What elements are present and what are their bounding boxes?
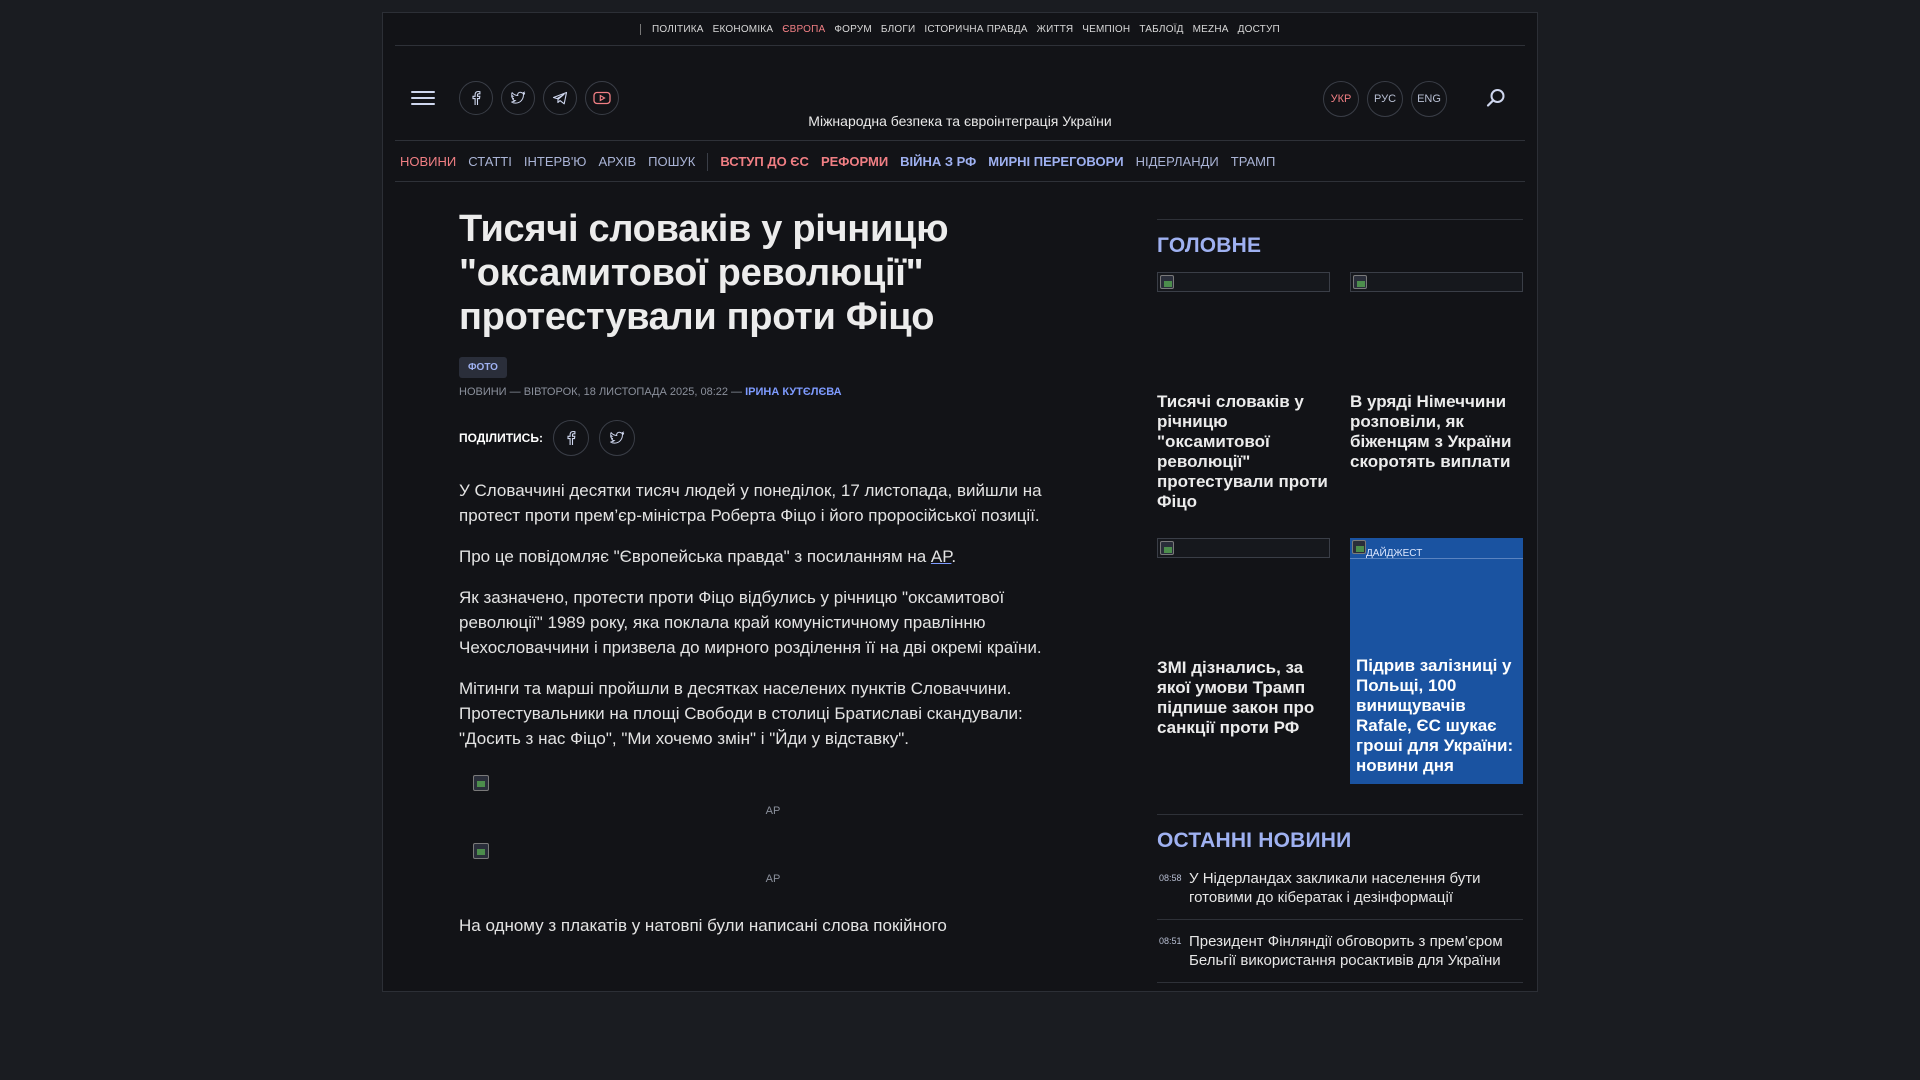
nav-topic-trump[interactable]: ТРАМП bbox=[1231, 154, 1276, 169]
network-link-mezha[interactable]: MEZHA bbox=[1193, 24, 1229, 35]
nav-item-interviews[interactable]: ІНТЕРВ'Ю bbox=[524, 154, 587, 169]
article-author-link[interactable]: ІРИНА КУТЄЛЄВА bbox=[745, 386, 842, 398]
photo-caption: AP bbox=[765, 805, 781, 817]
article-photo: AP bbox=[459, 843, 1087, 885]
article-paragraph: Як зазначено, протести проти Фіцо відбул… bbox=[459, 588, 1042, 657]
share-facebook-icon[interactable] bbox=[552, 420, 589, 456]
network-link-economics[interactable]: ЕКОНОМІКА bbox=[713, 24, 774, 35]
sidebar-top-rule bbox=[1157, 219, 1523, 220]
nav-topic-war[interactable]: ВІЙНА З РФ bbox=[900, 154, 976, 169]
network-link-dostup[interactable]: ДОСТУП bbox=[1238, 24, 1280, 35]
article-paragraph: Мітинги та марші пройшли в десятках насе… bbox=[459, 679, 1023, 748]
youtube-icon[interactable] bbox=[585, 81, 619, 115]
social-links bbox=[459, 81, 619, 115]
network-separator bbox=[640, 23, 642, 35]
article-paragraph: На одному з плакатів у натовпі були напи… bbox=[459, 916, 947, 935]
card-image bbox=[1157, 272, 1330, 292]
lang-rus[interactable]: РУС bbox=[1367, 81, 1403, 117]
photo-badge[interactable]: ФОТО bbox=[459, 357, 507, 378]
card-image bbox=[1350, 272, 1523, 292]
broken-image-icon bbox=[473, 843, 489, 859]
latest-news-item[interactable]: 08:58 У Нідерландах закликали населення … bbox=[1157, 857, 1523, 920]
menu-burger-icon[interactable] bbox=[411, 91, 435, 105]
latest-news-title: ОСТАННІ НОВИНИ bbox=[1157, 829, 1352, 852]
source-link-ap[interactable]: AP bbox=[931, 547, 952, 566]
network-link-life[interactable]: ЖИТТЯ bbox=[1037, 24, 1074, 35]
digest-divider bbox=[1350, 558, 1523, 559]
broken-image-icon bbox=[473, 775, 489, 791]
broken-image-icon bbox=[1160, 541, 1174, 555]
network-link-forum[interactable]: ФОРУМ bbox=[834, 24, 872, 35]
facebook-icon[interactable] bbox=[459, 81, 493, 115]
digest-card[interactable]: ДАЙДЖЕСТ Підрив залізниці у Польщі, 100 … bbox=[1350, 538, 1523, 784]
nav-topic-reforms[interactable]: РЕФОРМИ bbox=[821, 154, 888, 169]
nav-divider bbox=[707, 152, 709, 171]
article-meta: НОВИНИ — ВІВТОРОК, 18 ЛИСТОПАДА 2025, 08… bbox=[459, 386, 1087, 398]
latest-news: ОСТАННІ НОВИНИ 08:58 У Нідерландах закли… bbox=[1157, 814, 1523, 983]
source-text-end: . bbox=[951, 547, 957, 566]
search-icon[interactable] bbox=[1485, 87, 1507, 114]
news-time: 08:51 bbox=[1159, 936, 1182, 946]
card-image bbox=[1157, 538, 1330, 558]
share-twitter-icon[interactable] bbox=[598, 420, 635, 456]
nav-item-news[interactable]: НОВИНИ bbox=[400, 154, 456, 169]
network-link-champion[interactable]: ЧЕМПІОН bbox=[1082, 24, 1130, 35]
network-link-europe[interactable]: ЄВРОПА bbox=[782, 24, 825, 35]
news-text[interactable]: У Нідерландах закликали населення бути г… bbox=[1189, 869, 1523, 907]
lang-eng[interactable]: ENG bbox=[1411, 81, 1447, 117]
telegram-icon[interactable] bbox=[543, 81, 577, 115]
page-frame: ПОЛІТИКА ЕКОНОМІКА ЄВРОПА ФОРУМ БЛОГИ ІС… bbox=[382, 12, 1538, 992]
network-link-history[interactable]: ІСТОРИЧНА ПРАВДА bbox=[924, 24, 1027, 35]
main-news-card[interactable]: В уряді Німеччини розповіли, як біженцям… bbox=[1350, 272, 1523, 512]
main-nav: НОВИНИ СТАТТІ ІНТЕРВ'Ю АРХІВ ПОШУК ВСТУП… bbox=[395, 142, 1525, 182]
site-header: Міжнародна безпека та євроінтеграція Укр… bbox=[395, 47, 1525, 141]
network-link-politics[interactable]: ПОЛІТИКА bbox=[652, 24, 704, 35]
broken-image-icon bbox=[1160, 275, 1174, 289]
nav-topic-netherlands[interactable]: НІДЕРЛАНДИ bbox=[1136, 154, 1219, 169]
article-source-paragraph: Про це повідомляє "Європейська правда" з… bbox=[459, 544, 1087, 569]
main-news-card[interactable]: Тисячі словаків у річницю "оксамитової р… bbox=[1157, 272, 1330, 512]
main-news-card[interactable]: ЗМІ дізнались, за якої умови Трамп підпи… bbox=[1157, 538, 1330, 784]
article: Тисячі словаків у річницю "оксамитової р… bbox=[459, 207, 1087, 938]
latest-news-item[interactable]: 08:51 Президент Фінляндії обговорить з п… bbox=[1157, 920, 1523, 983]
article-paragraph: У Словаччині десятки тисяч людей у понед… bbox=[459, 481, 1042, 525]
twitter-icon[interactable] bbox=[501, 81, 535, 115]
card-headline[interactable]: ЗМІ дізнались, за якої умови Трамп підпи… bbox=[1157, 658, 1330, 738]
language-switcher: УКР РУС ENG bbox=[1323, 81, 1447, 117]
network-link-blogs[interactable]: БЛОГИ bbox=[881, 24, 916, 35]
share-label: ПОДІЛИТИСЬ: bbox=[459, 431, 543, 445]
nav-item-articles[interactable]: СТАТТІ bbox=[468, 154, 512, 169]
main-news-grid: Тисячі словаків у річницю "оксамитової р… bbox=[1157, 272, 1523, 784]
article-date: НОВИНИ — ВІВТОРОК, 18 ЛИСТОПАДА 2025, 08… bbox=[459, 386, 746, 398]
news-time: 08:58 bbox=[1159, 873, 1182, 883]
network-bar: ПОЛІТИКА ЕКОНОМІКА ЄВРОПА ФОРУМ БЛОГИ ІС… bbox=[395, 13, 1525, 46]
nav-topic-peace-talks[interactable]: МИРНІ ПЕРЕГОВОРИ bbox=[988, 154, 1123, 169]
network-link-tabloid[interactable]: ТАБЛОЇД bbox=[1139, 24, 1183, 35]
article-body: У Словаччині десятки тисяч людей у понед… bbox=[459, 478, 1087, 938]
card-headline[interactable]: В уряді Німеччини розповіли, як біженцям… bbox=[1350, 392, 1523, 472]
card-headline[interactable]: Тисячі словаків у річницю "оксамитової р… bbox=[1157, 392, 1330, 512]
nav-topic-eu-accession[interactable]: ВСТУП ДО ЄС bbox=[720, 154, 809, 169]
source-text: Про це повідомляє "Європейська правда" з… bbox=[459, 547, 931, 566]
sidebar: ГОЛОВНЕ Тисячі словаків у річницю "оксам… bbox=[1157, 219, 1523, 983]
main-news-title: ГОЛОВНЕ bbox=[1157, 234, 1262, 257]
share-bar: ПОДІЛИТИСЬ: bbox=[459, 420, 1087, 456]
photo-caption: AP bbox=[765, 873, 781, 885]
news-text[interactable]: Президент Фінляндії обговорить з прем’єр… bbox=[1189, 932, 1523, 970]
article-title: Тисячі словаків у річницю "оксамитової р… bbox=[459, 208, 949, 338]
nav-item-search[interactable]: ПОШУК bbox=[648, 154, 695, 169]
nav-item-archive[interactable]: АРХІВ bbox=[598, 154, 636, 169]
broken-image-icon bbox=[1352, 540, 1366, 554]
broken-image-icon bbox=[1353, 275, 1367, 289]
card-headline[interactable]: Підрив залізниці у Польщі, 100 винищувач… bbox=[1356, 656, 1517, 776]
article-photo: AP bbox=[459, 775, 1087, 817]
lang-ukr[interactable]: УКР bbox=[1323, 81, 1359, 117]
